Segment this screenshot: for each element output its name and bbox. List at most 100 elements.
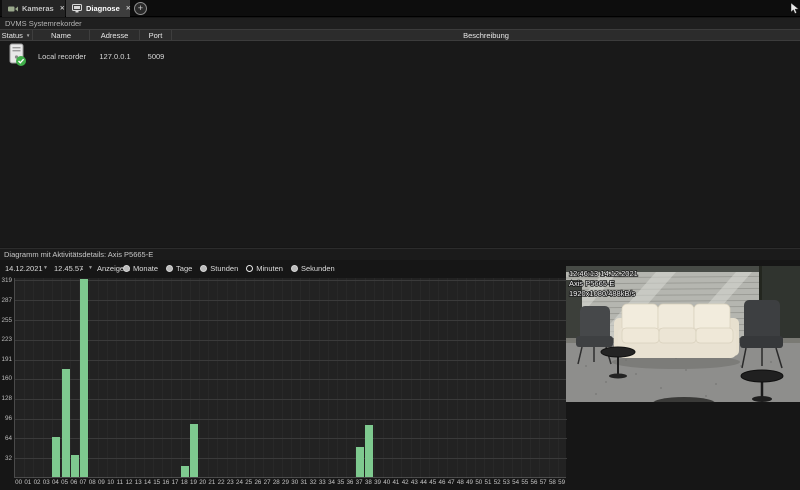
tab-diagnose-label: Diagnose	[86, 4, 120, 13]
x-tick-label: 08	[88, 479, 97, 486]
x-tick-label: 53	[502, 479, 511, 486]
chart-x-axis: 0001020304050607080910111213141516171819…	[14, 479, 566, 486]
x-tick-label: 20	[198, 479, 207, 486]
x-tick-label: 34	[327, 479, 336, 486]
chevron-down-icon[interactable]: ▼	[43, 260, 48, 277]
y-tick-label: 255	[0, 317, 12, 324]
radio-stunden[interactable]: Stunden	[200, 264, 238, 273]
x-tick-label: 39	[373, 479, 382, 486]
x-tick-label: 46	[437, 479, 446, 486]
camera-overlay-timestamp: 12:46:13 14.12.2021	[569, 269, 638, 278]
chart-bar	[365, 425, 373, 477]
x-tick-label: 09	[97, 479, 106, 486]
camera-preview[interactable]: 12:46:13 14.12.2021 Axis P5665-E 1920x10…	[566, 266, 800, 402]
x-tick-label: 41	[391, 479, 400, 486]
radio-circle-icon[interactable]	[166, 265, 173, 272]
x-tick-label: 15	[152, 479, 161, 486]
x-tick-label: 17	[170, 479, 179, 486]
x-tick-label: 52	[493, 479, 502, 486]
y-tick-label: 32	[0, 455, 12, 462]
radio-tage[interactable]: Tage	[166, 264, 192, 273]
x-tick-label: 25	[244, 479, 253, 486]
diagram-title: Diagramm mit Aktivitätsdetails: Axis P56…	[0, 248, 800, 260]
x-tick-label: 27	[262, 479, 271, 486]
x-tick-label: 01	[23, 479, 32, 486]
date-picker[interactable]: 14.12.2021	[5, 260, 43, 277]
x-tick-label: 49	[465, 479, 474, 486]
recorder-table-body: Local recorder 127.0.0.1 5009	[0, 41, 800, 247]
x-tick-label: 31	[299, 479, 308, 486]
x-tick-label: 16	[161, 479, 170, 486]
x-tick-label: 58	[548, 479, 557, 486]
radio-circle-icon[interactable]	[291, 265, 298, 272]
y-tick-label: 223	[0, 336, 12, 343]
chart-bar	[356, 447, 364, 477]
radio-circle-icon[interactable]	[123, 265, 130, 272]
x-tick-label: 42	[401, 479, 410, 486]
radio-label: Sekunden	[301, 264, 335, 273]
tab-diagnose[interactable]: Diagnose ✕	[66, 0, 130, 17]
close-icon[interactable]: ✕	[60, 5, 65, 12]
gridline	[15, 419, 567, 420]
status-cell	[0, 43, 33, 69]
gridline	[15, 438, 567, 439]
x-tick-label: 37	[355, 479, 364, 486]
x-tick-label: 18	[180, 479, 189, 486]
recorder-name: Local recorder	[33, 52, 90, 61]
radio-label: Tage	[176, 264, 192, 273]
close-icon[interactable]: ✕	[126, 5, 131, 12]
x-tick-label: 43	[410, 479, 419, 486]
x-tick-label: 32	[309, 479, 318, 486]
x-tick-label: 35	[336, 479, 345, 486]
radio-circle-icon[interactable]	[200, 265, 207, 272]
radio-sekunden[interactable]: Sekunden	[291, 264, 335, 273]
section-title: DVMS Systemrekorder	[0, 18, 800, 29]
x-tick-label: 11	[115, 479, 124, 486]
radio-minuten[interactable]: Minuten	[246, 264, 283, 273]
x-tick-label: 38	[364, 479, 373, 486]
recorder-ok-icon	[7, 43, 27, 69]
app-window: Kameras ✕ Diagnose ✕ + DVMS Systemrekord…	[0, 0, 800, 490]
gridline	[15, 320, 567, 321]
mouse-cursor-icon	[791, 1, 799, 19]
x-tick-label: 44	[419, 479, 428, 486]
column-header-beschreibung[interactable]: Beschreibung	[172, 30, 800, 40]
column-header-port[interactable]: Port	[140, 30, 172, 40]
spin-up-icon[interactable]: ▲	[80, 266, 84, 271]
x-tick-label: 07	[78, 479, 87, 486]
column-header-adresse[interactable]: Adresse	[90, 30, 140, 40]
y-tick-label: 64	[0, 435, 12, 442]
x-tick-label: 36	[345, 479, 354, 486]
x-tick-label: 00	[14, 479, 23, 486]
tab-kameras[interactable]: Kameras ✕	[2, 0, 65, 17]
x-tick-label: 30	[290, 479, 299, 486]
camera-icon	[8, 5, 18, 13]
interval-radio-group: Monate Tage Stunden Minuten Sekunden	[123, 260, 335, 277]
x-tick-label: 14	[143, 479, 152, 486]
column-header-name[interactable]: Name	[33, 30, 90, 40]
new-tab-button[interactable]: +	[134, 2, 147, 15]
time-picker[interactable]: 12.45.57	[54, 260, 83, 277]
radio-monate[interactable]: Monate	[123, 264, 158, 273]
table-row[interactable]: Local recorder 127.0.0.1 5009	[0, 41, 800, 71]
column-header-status[interactable]: Status ▼	[0, 30, 33, 40]
radio-circle-icon[interactable]	[246, 265, 253, 272]
tab-bar: Kameras ✕ Diagnose ✕ +	[0, 0, 800, 17]
y-tick-label: 160	[0, 375, 12, 382]
chart-bar	[190, 424, 198, 477]
gridline	[15, 458, 567, 459]
gridline	[15, 340, 567, 341]
y-tick-label: 128	[0, 395, 12, 402]
x-tick-label: 57	[539, 479, 548, 486]
time-spinner[interactable]: ▲ ▼	[80, 260, 84, 277]
x-tick-label: 55	[520, 479, 529, 486]
chart-plot	[14, 278, 566, 478]
x-tick-label: 13	[134, 479, 143, 486]
x-tick-label: 56	[529, 479, 538, 486]
chart-bar	[71, 455, 79, 477]
y-tick-label: 191	[0, 356, 12, 363]
x-tick-label: 04	[51, 479, 60, 486]
chart-bar	[62, 369, 70, 477]
chevron-down-icon[interactable]: ▼	[88, 260, 93, 277]
camera-overlay-resolution: 1920x1080/488kB/s	[569, 289, 636, 298]
